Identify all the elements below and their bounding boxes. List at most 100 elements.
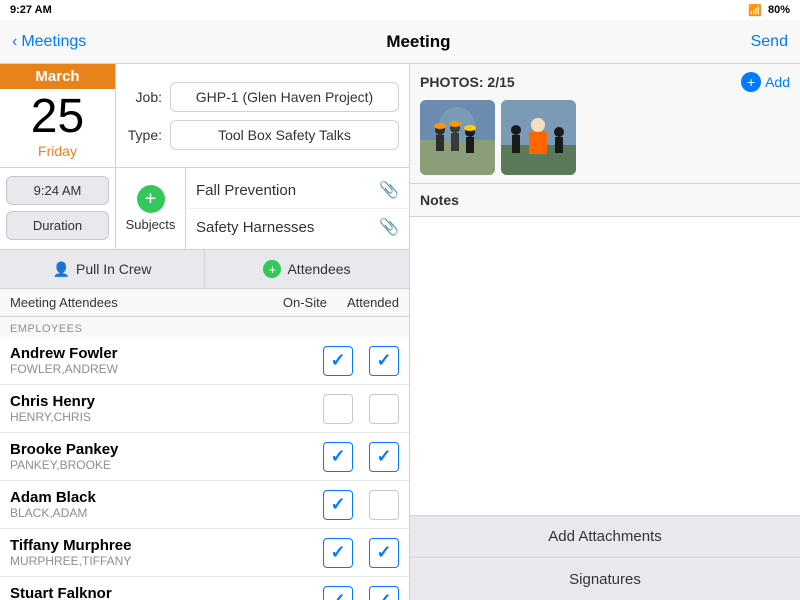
wifi-icon: 📶 bbox=[748, 4, 762, 17]
subject-name: Fall Prevention bbox=[196, 182, 296, 199]
attendee-id: HENRY,CHRIS bbox=[10, 410, 323, 424]
signatures-button[interactable]: Signatures bbox=[410, 559, 800, 600]
top-section: March 25 Friday Job: GHP-1 (Glen Haven P… bbox=[0, 64, 409, 168]
onsite-checkbox[interactable]: ✓ bbox=[323, 442, 353, 472]
attendee-checkboxes: ✓ bbox=[323, 490, 399, 520]
time-block: 9:24 AM Duration bbox=[0, 168, 116, 249]
attendee-info: Chris Henry HENRY,CHRIS bbox=[10, 393, 323, 424]
time-button[interactable]: 9:24 AM bbox=[6, 176, 109, 205]
attendee-info: Stuart Falknor FALKNOR,STUART bbox=[10, 585, 323, 600]
pull-crew-label: Pull In Crew bbox=[76, 261, 151, 277]
attendee-name: Brooke Pankey bbox=[10, 441, 323, 458]
chevron-left-icon: ‹ bbox=[12, 33, 17, 51]
job-value[interactable]: GHP-1 (Glen Haven Project) bbox=[170, 82, 399, 112]
mid-section: 9:24 AM Duration + Subjects Fall Prevent… bbox=[0, 168, 409, 250]
status-time: 9:27 AM bbox=[10, 4, 52, 16]
add-photo-label: Add bbox=[765, 74, 790, 90]
attended-checkbox[interactable]: ✓ bbox=[369, 586, 399, 600]
photo-thumbnail-2[interactable] bbox=[501, 100, 576, 175]
subject-item[interactable]: Fall Prevention 📎 bbox=[186, 172, 409, 209]
status-bar: 9:27 AM 📶 80% bbox=[0, 0, 800, 20]
attended-checkbox[interactable] bbox=[369, 490, 399, 520]
table-row: Andrew Fowler FOWLER,ANDREW ✓ ✓ bbox=[0, 337, 409, 385]
onsite-checkbox[interactable]: ✓ bbox=[323, 586, 353, 600]
attendee-checkboxes: ✓ ✓ bbox=[323, 346, 399, 376]
onsite-checkbox[interactable] bbox=[323, 394, 353, 424]
paperclip-icon: 📎 bbox=[379, 217, 399, 237]
table-row: Adam Black BLACK,ADAM ✓ bbox=[0, 481, 409, 529]
attendees-table-header: Meeting Attendees On-Site Attended bbox=[0, 289, 409, 317]
attendee-checkboxes: ✓ ✓ bbox=[323, 442, 399, 472]
attendee-info: Brooke Pankey PANKEY,BROOKE bbox=[10, 441, 323, 472]
attendee-info: Adam Black BLACK,ADAM bbox=[10, 489, 323, 520]
status-indicators: 📶 80% bbox=[748, 4, 790, 17]
main-content: March 25 Friday Job: GHP-1 (Glen Haven P… bbox=[0, 64, 800, 600]
onsite-checkbox[interactable]: ✓ bbox=[323, 490, 353, 520]
attendee-name: Andrew Fowler bbox=[10, 345, 323, 362]
attendees-label: Attendees bbox=[287, 261, 350, 277]
attendee-info: Tiffany Murphree MURPHREE,TIFFANY bbox=[10, 537, 323, 568]
paperclip-icon: 📎 bbox=[379, 180, 399, 200]
attended-checkbox[interactable]: ✓ bbox=[369, 538, 399, 568]
attendee-id: PANKEY,BROOKE bbox=[10, 458, 323, 472]
pull-crew-button[interactable]: 👤 Pull In Crew bbox=[0, 250, 205, 288]
onsite-label: On-Site bbox=[283, 295, 327, 310]
battery-display: 80% bbox=[768, 4, 790, 16]
bottom-buttons: Add Attachments Signatures bbox=[410, 515, 800, 600]
attended-label: Attended bbox=[347, 295, 399, 310]
attendee-id: MURPHREE,TIFFANY bbox=[10, 554, 323, 568]
attendee-checkboxes bbox=[323, 394, 399, 424]
attendee-name: Chris Henry bbox=[10, 393, 323, 410]
attendee-id: FOWLER,ANDREW bbox=[10, 362, 323, 376]
add-attachments-button[interactable]: Add Attachments bbox=[410, 516, 800, 558]
attendee-name: Adam Black bbox=[10, 489, 323, 506]
attendees-header-right: On-Site Attended bbox=[283, 295, 399, 310]
table-row: Stuart Falknor FALKNOR,STUART ✓ ✓ bbox=[0, 577, 409, 600]
subjects-button[interactable]: + Subjects bbox=[116, 168, 186, 249]
type-value[interactable]: Tool Box Safety Talks bbox=[170, 120, 399, 150]
back-button[interactable]: ‹ Meetings bbox=[12, 33, 86, 51]
notes-section: Notes bbox=[410, 184, 800, 515]
attendees-buttons: 👤 Pull In Crew + Attendees bbox=[0, 250, 409, 289]
right-panel: PHOTOS: 2/15 + Add bbox=[410, 64, 800, 600]
calendar-block: March 25 Friday bbox=[0, 64, 116, 167]
job-label: Job: bbox=[126, 89, 162, 105]
onsite-checkbox[interactable]: ✓ bbox=[323, 538, 353, 568]
subjects-label: Subjects bbox=[126, 217, 176, 232]
photos-title: PHOTOS: 2/15 bbox=[420, 74, 515, 90]
notes-body[interactable] bbox=[410, 217, 800, 515]
page-title: Meeting bbox=[386, 32, 450, 52]
attendee-checkboxes: ✓ ✓ bbox=[323, 586, 399, 600]
onsite-checkbox[interactable]: ✓ bbox=[323, 346, 353, 376]
attended-checkbox[interactable]: ✓ bbox=[369, 442, 399, 472]
crew-icon: 👤 bbox=[53, 261, 70, 278]
employees-section-label: EMPLOYEES bbox=[0, 317, 409, 337]
subject-name: Safety Harnesses bbox=[196, 219, 314, 236]
photo-thumbnail-1[interactable] bbox=[420, 100, 495, 175]
duration-button[interactable]: Duration bbox=[6, 211, 109, 240]
subjects-list: Fall Prevention 📎 Safety Harnesses 📎 bbox=[186, 168, 409, 249]
job-field-row: Job: GHP-1 (Glen Haven Project) bbox=[126, 82, 399, 112]
subjects-plus-icon: + bbox=[137, 185, 165, 213]
photos-section: PHOTOS: 2/15 + Add bbox=[410, 64, 800, 184]
left-panel: March 25 Friday Job: GHP-1 (Glen Haven P… bbox=[0, 64, 410, 600]
subject-item[interactable]: Safety Harnesses 📎 bbox=[186, 209, 409, 245]
attended-checkbox[interactable]: ✓ bbox=[369, 346, 399, 376]
attendee-info: Andrew Fowler FOWLER,ANDREW bbox=[10, 345, 323, 376]
attendee-name: Stuart Falknor bbox=[10, 585, 323, 600]
attendee-id: BLACK,ADAM bbox=[10, 506, 323, 520]
attendee-checkboxes: ✓ ✓ bbox=[323, 538, 399, 568]
attendees-plus-icon: + bbox=[263, 260, 281, 278]
photos-header: PHOTOS: 2/15 + Add bbox=[420, 72, 790, 92]
send-button[interactable]: Send bbox=[751, 33, 788, 51]
attendee-name: Tiffany Murphree bbox=[10, 537, 323, 554]
table-row: Tiffany Murphree MURPHREE,TIFFANY ✓ ✓ bbox=[0, 529, 409, 577]
table-row: Chris Henry HENRY,CHRIS bbox=[0, 385, 409, 433]
calendar-weekday: Friday bbox=[38, 143, 77, 167]
add-photo-button[interactable]: + Add bbox=[741, 72, 790, 92]
back-label: Meetings bbox=[21, 33, 86, 51]
notes-header: Notes bbox=[410, 184, 800, 217]
type-label: Type: bbox=[126, 127, 162, 143]
attendees-add-button[interactable]: + Attendees bbox=[205, 250, 409, 288]
attended-checkbox[interactable] bbox=[369, 394, 399, 424]
